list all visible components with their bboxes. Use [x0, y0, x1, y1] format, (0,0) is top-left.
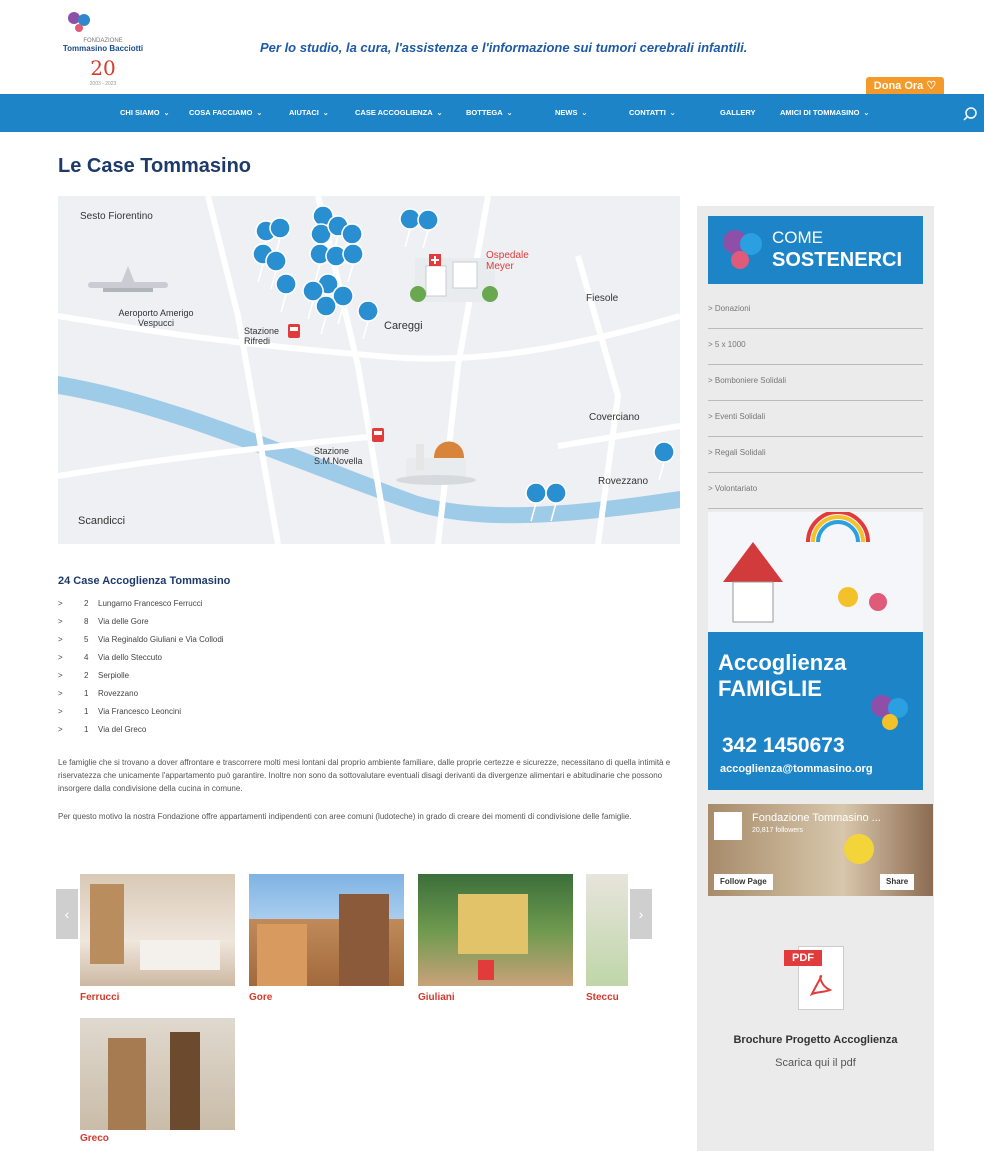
list-item: >2 Lungarno Francesco Ferrucci — [58, 599, 203, 608]
page-title: Le Case Tommasino — [58, 155, 252, 177]
facebook-widget[interactable]: Fondazione Tommasino ... 20,817 follower… — [708, 804, 933, 896]
brochure-title: Brochure Progetto Accoglienza — [733, 1034, 898, 1046]
fb-page-avatar — [714, 812, 742, 840]
fb-badge — [844, 834, 874, 864]
list-item: >5 Via Reginaldo Giuliani e Via Collodi — [58, 635, 224, 644]
famiglie-title: FAMIGLIE — [718, 676, 822, 701]
sidebar-link-5x1000[interactable]: > 5 x 1000 — [708, 328, 923, 365]
pdf-label: PDF — [784, 950, 822, 966]
map-label: Coverciano — [589, 412, 640, 423]
map-label: Stazione S.M.Novella — [314, 446, 363, 466]
airport-icon — [88, 266, 168, 292]
fb-page-name[interactable]: Fondazione Tommasino ... — [752, 812, 881, 824]
list-item: >1 Via Francesco Leoncini — [58, 707, 182, 716]
carousel-next-button[interactable]: › — [630, 889, 652, 939]
logo-name-text: Tommasino Bacciotti — [62, 44, 144, 53]
house-caption[interactable]: Ferrucci — [80, 992, 119, 1003]
list-item: >4 Via dello Steccuto — [58, 653, 162, 662]
nav-contatti[interactable]: CONTATTI ⌄ — [629, 94, 676, 132]
map-label: Careggi — [384, 320, 423, 332]
nav-bottega[interactable]: BOTTEGA ⌄ — [466, 94, 513, 132]
sidebar-link-regali[interactable]: > Regali Solidali — [708, 436, 923, 473]
train-icon — [372, 428, 384, 442]
fb-followers: 20,817 followers — [752, 827, 803, 834]
chevron-down-icon: ⌄ — [256, 110, 263, 117]
site-logo[interactable]: FONDAZIONE Tommasino Bacciotti 20 2003 -… — [58, 10, 148, 87]
chevron-down-icon: ⌄ — [163, 110, 170, 117]
map-label: Sesto Fiorentino — [80, 211, 153, 222]
house-photo-giuliani[interactable] — [418, 874, 573, 986]
map-label: Ospedale Meyer — [486, 250, 529, 272]
accoglienza-email: accoglienza@tommasino.org — [720, 763, 873, 775]
pdf-download[interactable]: PDF — [784, 946, 844, 1010]
chevron-down-icon: ⌄ — [322, 110, 329, 117]
sidebar-link-eventi[interactable]: > Eventi Solidali — [708, 400, 923, 437]
fb-follow-button[interactable]: Follow Page — [714, 874, 773, 890]
banner-text-sostenerci: SOSTENERCI — [772, 249, 903, 271]
houses-map: Sesto Fiorentino Aeroporto Amerigo Vespu… — [58, 196, 680, 544]
house-photo-ferrucci[interactable] — [80, 874, 235, 986]
children-drawing-icon — [708, 512, 923, 632]
accoglienza-title: Accoglienza — [718, 650, 847, 675]
house-caption[interactable]: Greco — [80, 1133, 109, 1144]
list-item: >1 Rovezzano — [58, 689, 139, 698]
fb-share-button[interactable]: Share — [880, 874, 915, 890]
nav-amici-di-tommasino[interactable]: AMICI DI TOMMASINO ⌄ — [780, 94, 869, 132]
main-nav: CHI SIAMO ⌄ COSA FACCIAMO ⌄ AIUTACI ⌄ CASE … — [0, 94, 984, 132]
nav-gallery[interactable]: GALLERY — [720, 94, 756, 132]
sidebar-link-donazioni[interactable]: > Donazioni — [708, 292, 923, 329]
acrobat-icon — [809, 974, 833, 997]
nav-aiutaci[interactable]: AIUTACI ⌄ — [289, 94, 329, 132]
list-item: >1 Via del Greco — [58, 725, 147, 734]
map-graphic — [58, 196, 680, 544]
house-caption[interactable]: Steccu — [586, 992, 619, 1003]
nav-case-accoglienza[interactable]: CASE ACCOGLIENZA ⌄ — [355, 94, 443, 132]
chevron-down-icon: ⌄ — [581, 110, 588, 117]
map-label: Rovezzano — [598, 476, 649, 487]
duomo-icon — [396, 441, 476, 485]
house-photo-greco[interactable] — [80, 1018, 235, 1130]
brochure-download-link[interactable]: Scarica qui il pdf — [697, 1057, 934, 1069]
intro-paragraph: Le famiglie che si trovano a dover affro… — [58, 758, 671, 793]
chevron-down-icon: ⌄ — [863, 110, 870, 117]
sidebar-link-bomboniere[interactable]: > Bomboniere Solidali — [708, 364, 923, 401]
accoglienza-phone: 342 1450673 — [722, 734, 845, 757]
nav-news[interactable]: NEWS ⌄ — [555, 94, 587, 132]
chevron-down-icon: ⌄ — [669, 110, 676, 117]
houses-list: >2 Lungarno Francesco Ferrucci >8 Via dell… — [58, 597, 658, 741]
hospital-icon — [410, 254, 498, 302]
nav-cosa-facciamo[interactable]: COSA FACCIAMO ⌄ — [189, 94, 262, 132]
map-label: Aeroporto Amerigo Vespucci — [118, 308, 194, 328]
site-tagline: Per lo studio, la cura, l'assistenza e l… — [260, 40, 748, 55]
nav-chi-siamo[interactable]: CHI SIAMO ⌄ — [120, 94, 169, 132]
butterfly-icon — [871, 695, 908, 730]
come-sostenerci-banner[interactable]: COME SOSTENERCI — [708, 216, 923, 284]
map-label: Scandicci — [78, 515, 126, 527]
butterfly-icon — [723, 230, 762, 269]
logo-years: 2003 - 2023 — [89, 81, 117, 87]
map-label: Stazione Rifredi — [244, 326, 280, 346]
intro-paragraph-2: Per questo motivo la nostra Fondazione o… — [58, 812, 632, 821]
chevron-down-icon: ⌄ — [436, 110, 443, 117]
house-photo-gore[interactable] — [249, 874, 404, 986]
butterfly-logo-icon — [68, 12, 90, 32]
house-caption[interactable]: Gore — [249, 992, 272, 1003]
chevron-down-icon: ⌄ — [506, 110, 513, 117]
carousel-prev-button[interactable]: ‹ — [56, 889, 78, 939]
logo-anniversary: 20 — [90, 56, 116, 80]
banner-text-come: COME — [772, 228, 823, 247]
search-icon[interactable] — [962, 106, 978, 122]
list-item: >2 Serpiolle — [58, 671, 130, 680]
list-item: >8 Via delle Gore — [58, 617, 149, 626]
accoglienza-famiglie-banner[interactable]: Accoglienza FAMIGLIE 342 1450673 accogli… — [708, 512, 923, 790]
house-photo-steccuto[interactable] — [586, 874, 628, 986]
house-caption[interactable]: Giuliani — [418, 992, 455, 1003]
houses-list-title: 24 Case Accoglienza Tommasino — [58, 575, 231, 587]
sidebar-link-volontariato[interactable]: > Volontariato — [708, 472, 923, 509]
map-label: Fiesole — [586, 293, 619, 304]
